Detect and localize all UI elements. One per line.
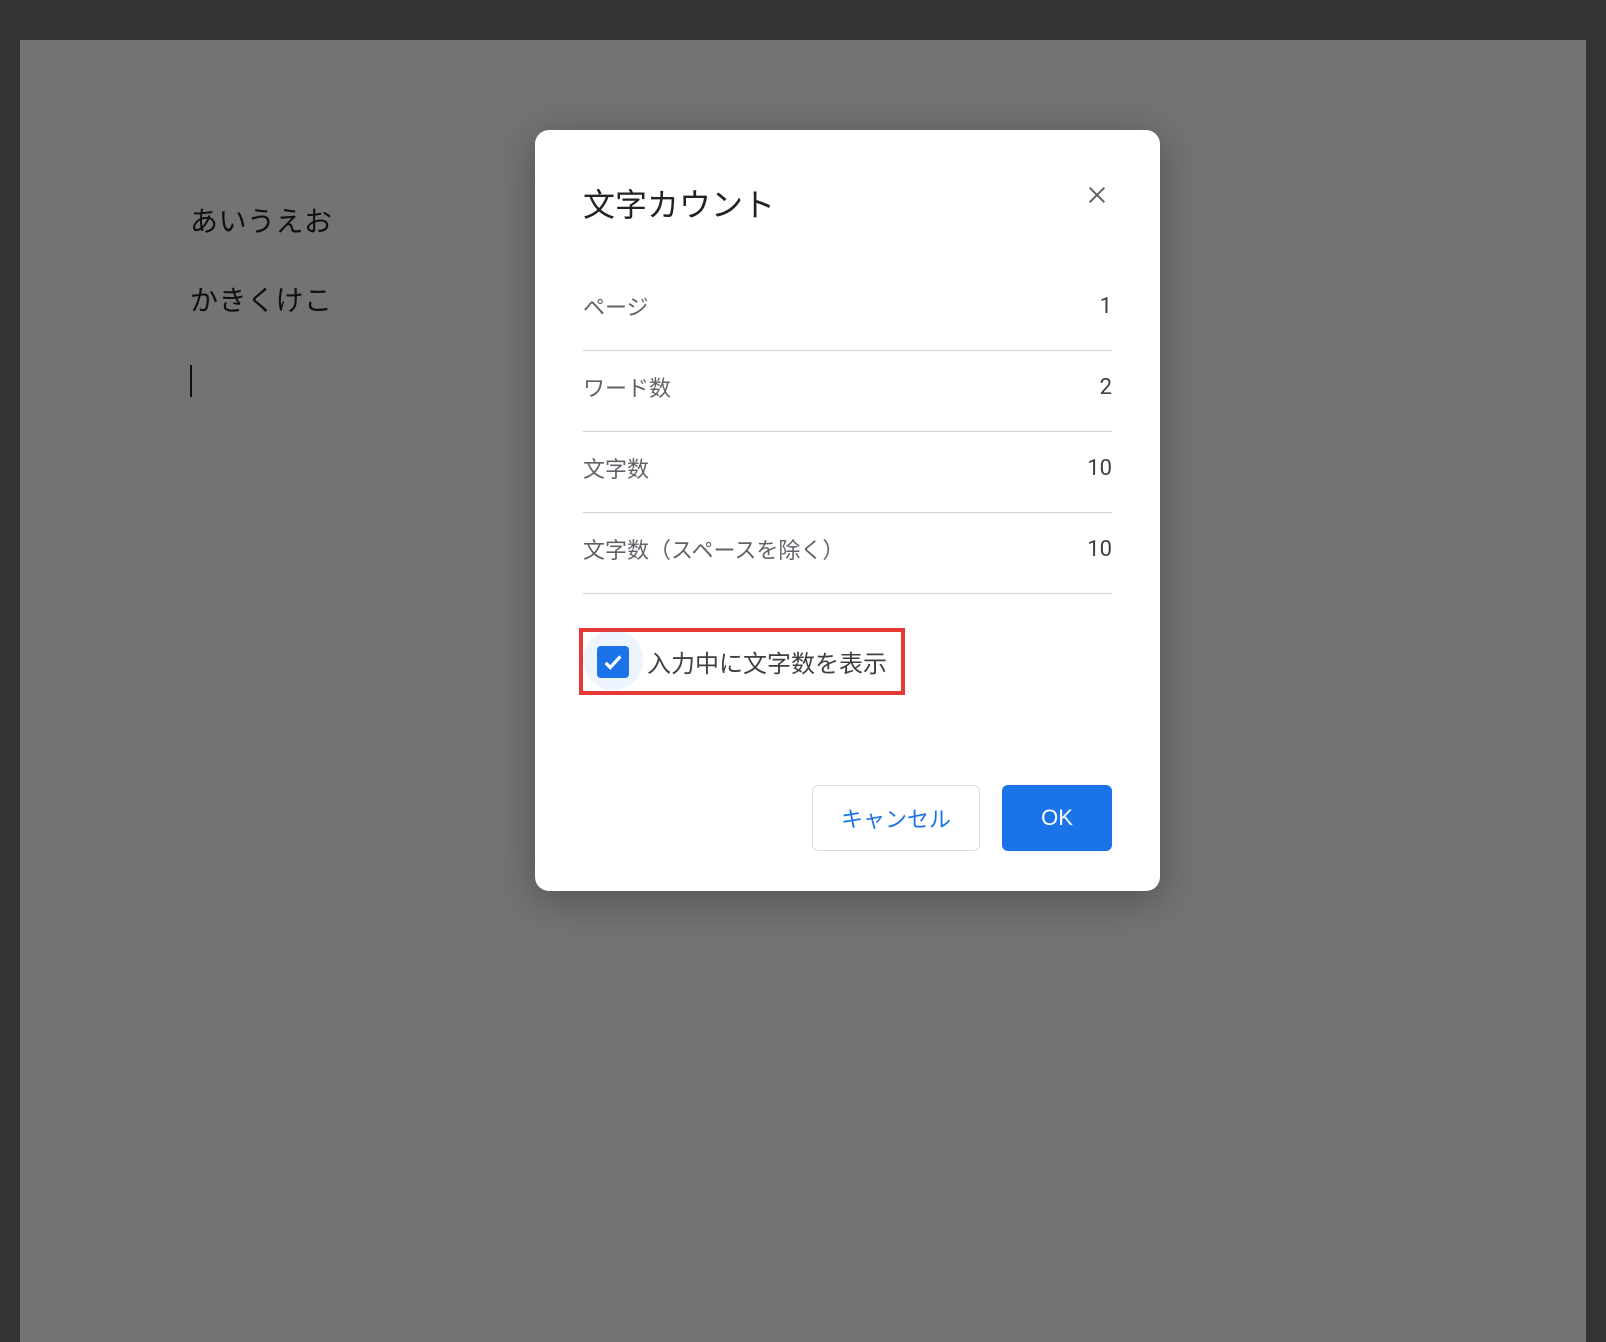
word-count-dialog: 文字カウント ページ 1 ワード数 2 文字数 10 文字数（スペースを除く） … — [535, 130, 1160, 891]
stat-value-chars: 10 — [1087, 456, 1112, 481]
checkbox-label: 入力中に文字数を表示 — [647, 644, 887, 679]
checkbox-box — [597, 646, 629, 678]
close-icon — [1086, 184, 1108, 206]
display-while-typing-checkbox[interactable]: 入力中に文字数を表示 — [597, 644, 887, 679]
cancel-button[interactable]: キャンセル — [812, 785, 980, 851]
stat-row-chars: 文字数 10 — [583, 432, 1112, 513]
stat-value-chars-no-spaces: 10 — [1087, 537, 1112, 562]
stat-label-chars-no-spaces: 文字数（スペースを除く） — [583, 533, 844, 565]
stat-value-words: 2 — [1100, 375, 1112, 400]
ok-button[interactable]: OK — [1002, 785, 1112, 851]
dialog-title: 文字カウント — [583, 180, 775, 226]
stat-row-words: ワード数 2 — [583, 351, 1112, 432]
stat-label-words: ワード数 — [583, 371, 671, 403]
dialog-actions: キャンセル OK — [583, 785, 1112, 851]
check-icon — [602, 651, 624, 673]
close-button[interactable] — [1082, 180, 1112, 210]
stat-row-chars-no-spaces: 文字数（スペースを除く） 10 — [583, 513, 1112, 594]
stat-row-pages: ページ 1 — [583, 270, 1112, 351]
stat-label-pages: ページ — [583, 290, 649, 322]
stat-label-chars: 文字数 — [583, 452, 649, 484]
stat-value-pages: 1 — [1100, 294, 1112, 319]
annotation-highlight-box: 入力中に文字数を表示 — [579, 628, 905, 695]
dialog-header: 文字カウント — [583, 180, 1112, 226]
